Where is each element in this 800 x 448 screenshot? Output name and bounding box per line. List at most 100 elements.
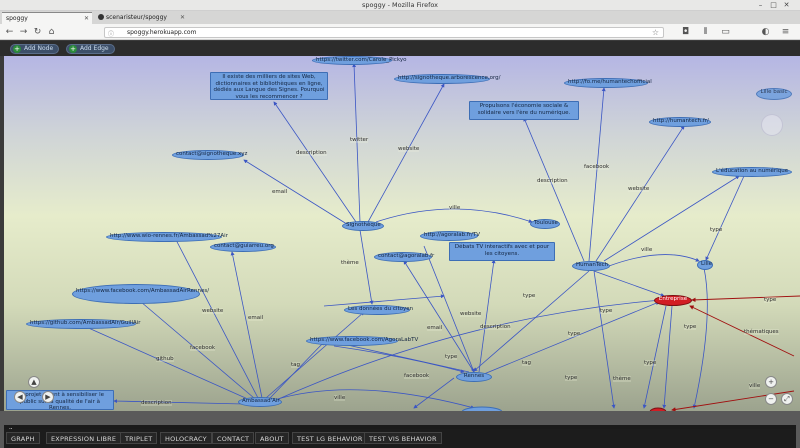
edge xyxy=(603,175,740,262)
edge xyxy=(483,301,660,375)
edge-label: email xyxy=(272,189,288,195)
edge-label: description xyxy=(296,150,327,156)
tab-label: scenaristeur/spoggy xyxy=(106,14,167,21)
node-ambassadair-fb[interactable]: https://www.facebook.com/AmbassadAirRenn… xyxy=(72,284,209,304)
sync-icon[interactable]: ◐ xyxy=(760,26,771,38)
maximize-button[interactable]: □ xyxy=(769,1,778,10)
menu-graph[interactable]: GRAPH xyxy=(6,432,40,444)
node-rennes[interactable]: Rennes xyxy=(456,372,492,382)
back-icon[interactable]: ← xyxy=(4,26,15,38)
edge xyxy=(352,63,361,223)
graph-canvas[interactable]: https://twitter.com/Carole_Pickyo Il exi… xyxy=(4,56,800,411)
edge xyxy=(705,175,745,261)
node-agoralab-email[interactable]: contact@agoralab.fr xyxy=(374,252,434,262)
close-tab-icon[interactable]: ✕ xyxy=(180,12,185,24)
zoom-in-icon[interactable]: + xyxy=(765,376,777,388)
node-lille[interactable]: Lille xyxy=(697,260,713,270)
edge xyxy=(113,399,245,405)
pocket-icon[interactable]: ◘ xyxy=(680,26,691,38)
node-humantech-fb[interactable]: http://fo.me/humantechofficial xyxy=(564,78,652,88)
add-node-button[interactable]: + Add Node xyxy=(10,44,60,54)
node-donnees-citoyen[interactable]: Les données du citoyen xyxy=(344,305,413,315)
edge xyxy=(473,270,590,372)
bookmark-star-icon[interactable]: ☆ xyxy=(652,28,659,37)
edge-label: github xyxy=(156,356,174,362)
close-tab-icon[interactable]: ✕ xyxy=(84,13,89,24)
node-guiarreu-email[interactable]: contact@guiarreu.org xyxy=(210,242,276,252)
node-agoralab-tv[interactable]: http://agoralab.fr/TV xyxy=(420,231,480,241)
edge-label: ville xyxy=(749,383,761,389)
close-window-button[interactable]: ✕ xyxy=(782,1,791,10)
node-ambassadair[interactable]: Ambassad'Air xyxy=(238,397,282,407)
minimize-button[interactable]: – xyxy=(756,1,765,10)
edge-label: ville xyxy=(449,205,461,211)
menu-contact[interactable]: CONTACT xyxy=(212,432,255,444)
tab-spoggy[interactable]: spoggy ✕ xyxy=(2,12,92,24)
pan-left-icon[interactable]: ◀ xyxy=(14,391,26,403)
address-bar[interactable]: ⓘ spoggy.herokuapp.com ☆ xyxy=(104,27,664,38)
node-humantech-site[interactable]: http://humantech.fr/ xyxy=(649,117,711,127)
menu-expression-libre[interactable]: EXPRESSION LIBRE xyxy=(46,432,122,444)
node-toulouse[interactable]: Toulouse xyxy=(530,219,560,229)
edge xyxy=(269,341,325,399)
edge-label: ville xyxy=(641,247,653,253)
node-humantech-desc[interactable]: Propulsons l'économie sociale & solidair… xyxy=(469,101,579,120)
add-edge-button[interactable]: + Add Edge xyxy=(66,44,115,54)
plus-icon: + xyxy=(69,45,77,53)
menu-test-lg-behavior[interactable]: TEST LG BEHAVIOR xyxy=(292,432,368,444)
library-icon[interactable]: ⫴ xyxy=(700,26,711,38)
edge-label: thématiques xyxy=(744,329,779,335)
url-text: spoggy.herokuapp.com xyxy=(127,29,197,36)
edge-label: email xyxy=(248,315,264,321)
edge-label: description xyxy=(141,400,172,406)
github-icon xyxy=(98,14,104,20)
node-entreprise[interactable]: Entreprise xyxy=(654,295,692,306)
edge-label: type xyxy=(445,354,458,360)
edge xyxy=(273,389,475,410)
reader-icon[interactable]: ▭ xyxy=(720,26,731,38)
edge-label: facebook xyxy=(190,345,216,351)
edge-label: description xyxy=(480,324,511,330)
zoom-out-icon[interactable]: − xyxy=(765,393,777,405)
menu-test-vis-behavior[interactable]: TEST VIS BEHAVIOR xyxy=(364,432,442,444)
edge-label: tag xyxy=(522,360,532,366)
node-signotheque[interactable]: Signothèque xyxy=(342,221,384,231)
node-agoralab-desc[interactable]: Débats TV interactifs avec et pour les c… xyxy=(449,242,555,261)
edge xyxy=(608,254,700,267)
node-github[interactable]: https://github.com/AmbassadAir/GuillAir xyxy=(26,319,141,329)
plus-icon: + xyxy=(13,45,21,53)
home-icon[interactable]: ⌂ xyxy=(46,26,57,38)
navigation-bar: ← → ↻ ⌂ ⓘ spoggy.herokuapp.com ☆ ◘ ⫴ ▭ ◐… xyxy=(0,24,800,40)
node-lille-basic[interactable]: Lille basic xyxy=(756,88,792,100)
pan-up-icon[interactable]: ▲ xyxy=(28,376,40,388)
edge xyxy=(588,87,606,262)
menu-icon[interactable]: ≡ xyxy=(780,26,791,38)
edge-label: twitter xyxy=(350,137,369,143)
edge-label: type xyxy=(565,375,578,381)
lock-icon: ⓘ xyxy=(108,31,115,38)
reload-icon[interactable]: ↻ xyxy=(32,26,43,38)
edge xyxy=(593,270,616,409)
edge xyxy=(692,267,708,409)
menu-holocracy[interactable]: HOLOCRACY xyxy=(160,432,212,444)
menu-about[interactable]: ABOUT xyxy=(255,432,289,444)
node-wio-rennes[interactable]: http://www.wio-rennes.fr/Ambassad%27Air xyxy=(106,232,228,242)
node-twitter[interactable]: https://twitter.com/Carole_Pickyo xyxy=(312,56,406,65)
node-signotheque-site[interactable]: http://signotheque.arborescence.org/ xyxy=(394,74,501,84)
tab-github[interactable]: scenaristeur/spoggy ✕ xyxy=(94,12,188,24)
node-agoralab-fb[interactable]: https://www.facebook.com/AgoraLabTV xyxy=(306,336,418,346)
node-education[interactable]: L'éducation au numérique xyxy=(712,167,792,177)
forward-icon[interactable]: → xyxy=(18,26,29,38)
node-humantech[interactable]: HumanTech xyxy=(572,261,610,271)
edge-label: facebook xyxy=(584,164,610,170)
zoom-extends-icon[interactable]: ⤢ xyxy=(781,393,793,405)
pan-right-icon[interactable]: ▶ xyxy=(42,391,54,403)
zoom-fit-icon[interactable] xyxy=(761,114,783,136)
edge xyxy=(243,159,351,227)
edge xyxy=(367,83,445,223)
node-signo-email[interactable]: contact@signotheque.xyz xyxy=(172,150,247,160)
menu-triplet[interactable]: TRIPLET xyxy=(120,432,158,444)
node-signo-question[interactable]: Il existe des milliers de sites Web, dic… xyxy=(210,72,328,100)
edge xyxy=(642,305,667,409)
edge-label: email xyxy=(427,325,443,331)
